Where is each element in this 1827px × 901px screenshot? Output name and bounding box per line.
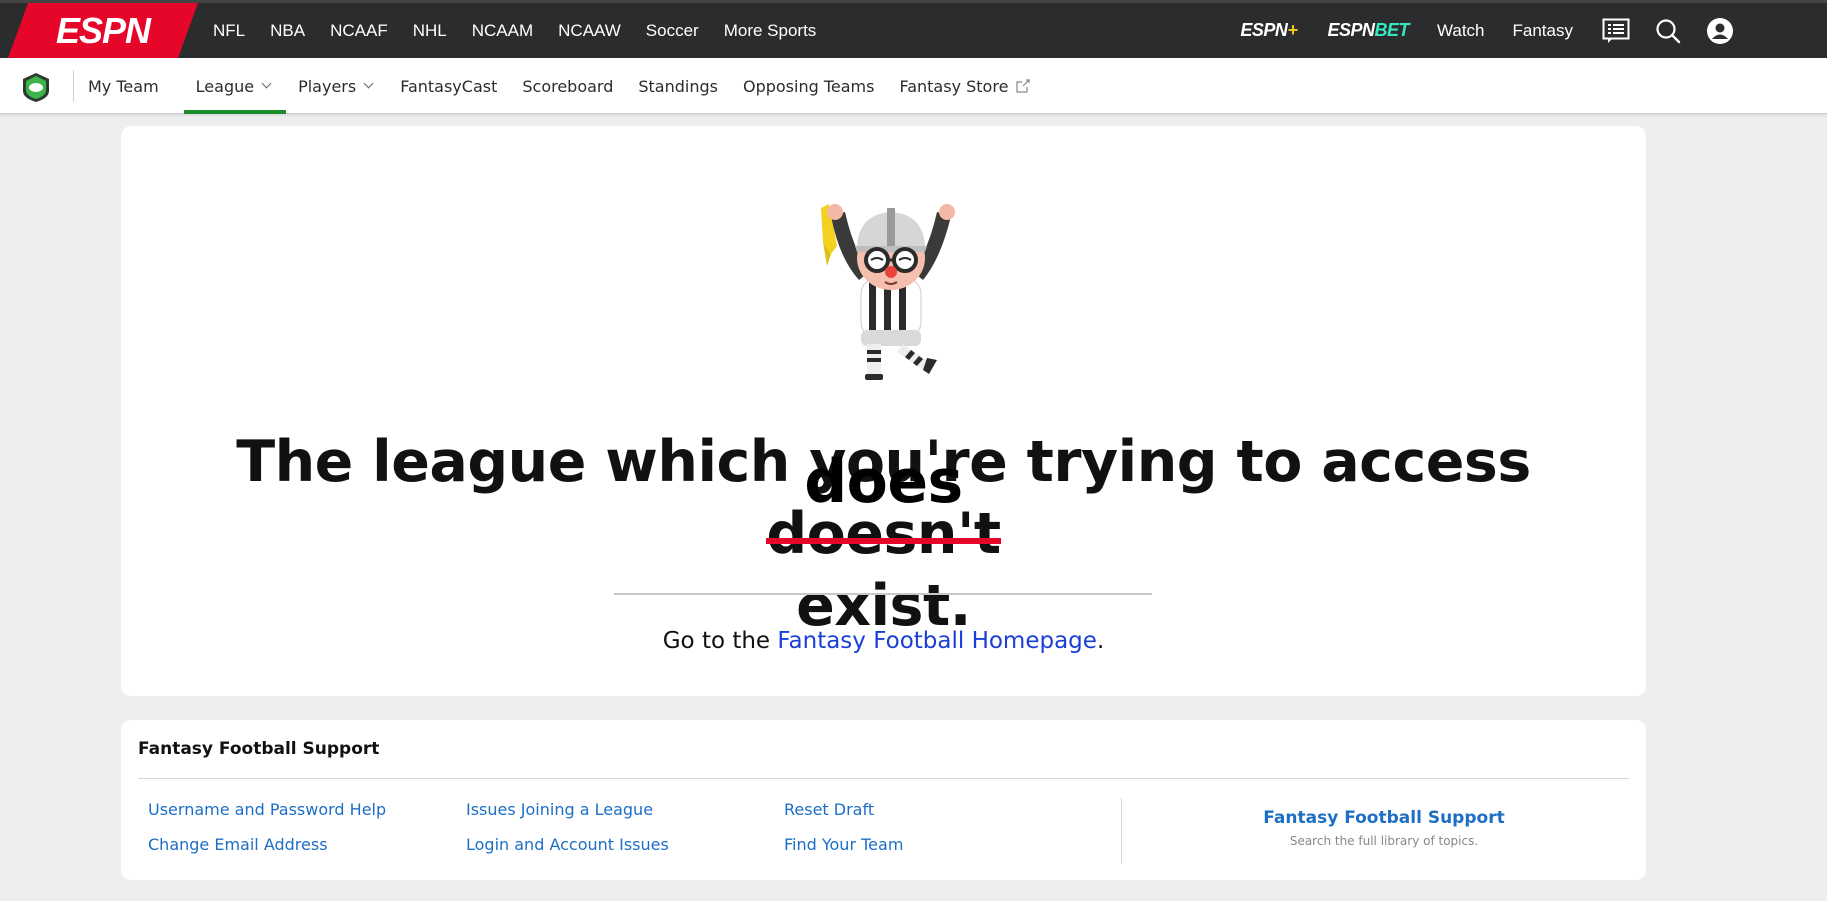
goto-prefix: Go to the [662, 628, 771, 654]
headline-struck-word: doesn't [766, 501, 1001, 567]
nav-nba[interactable]: NBA [270, 21, 305, 41]
tab-scoreboard-label: Scoreboard [522, 76, 614, 96]
espn-plus-suffix: + [1287, 20, 1298, 40]
tab-my-team[interactable]: My Team [88, 58, 159, 114]
tab-standings-label: Standings [638, 76, 718, 96]
goto-suffix: . [1096, 628, 1105, 654]
espn-logo[interactable]: ESPN [8, 3, 198, 58]
espn-bet-brand: ESPN [1327, 20, 1375, 40]
nav-ncaaw[interactable]: NCAAW [558, 21, 621, 41]
external-link-icon [1016, 79, 1031, 93]
fantasy-sub-nav: My Team League Players FantasyCast Score… [0, 58, 1827, 114]
tab-scoreboard[interactable]: Scoreboard [522, 58, 613, 114]
nav-nfl[interactable]: NFL [213, 21, 245, 41]
fantasy-homepage-link[interactable]: Fantasy Football Homepage [777, 628, 1097, 654]
issues-joining-league-link[interactable]: Issues Joining a League [466, 800, 669, 819]
support-card: Fantasy Football Support Username and Pa… [121, 720, 1646, 880]
tab-fantasy-store-label: Fantasy Store [899, 76, 1009, 96]
support-divider [138, 778, 1629, 779]
tab-fantasycast[interactable]: FantasyCast [400, 58, 497, 114]
tab-league[interactable]: League [183, 58, 287, 114]
nav-watch[interactable]: Watch [1437, 21, 1485, 41]
espn-bet-link[interactable]: ESPNBET [1327, 20, 1409, 41]
support-library-subtitle: Search the full library of topics. [1289, 834, 1479, 848]
sub-nav-divider [73, 70, 74, 102]
tab-players-label: Players [298, 76, 357, 96]
tab-opposing-teams-label: Opposing Teams [742, 76, 875, 96]
tab-players[interactable]: Players [298, 58, 374, 114]
support-column-1: Username and Password Help Change Email … [148, 800, 386, 870]
top-nav-bar: ESPN NFL NBA NCAAF NHL NCAAM NCAAW Socce… [0, 0, 1827, 58]
support-column-2: Issues Joining a League Login and Accoun… [466, 800, 669, 870]
nav-ncaam[interactable]: NCAAM [472, 21, 533, 41]
headline-correction-group: does doesn't [766, 447, 1001, 570]
account-icon[interactable] [1705, 16, 1735, 46]
goto-homepage-text: Go to the Fantasy Football Homepage. [121, 628, 1646, 654]
nav-ncaaf[interactable]: NCAAF [330, 21, 388, 41]
fantasy-football-shield-icon[interactable] [20, 71, 52, 103]
support-column-3: Reset Draft Find Your Team [784, 800, 903, 870]
reset-draft-link[interactable]: Reset Draft [784, 800, 903, 819]
tab-my-team-label: My Team [88, 76, 159, 96]
sub-nav-links: My Team League Players FantasyCast Score… [88, 58, 1055, 114]
tab-league-label: League [195, 76, 255, 96]
espn-bet-suffix: BET [1374, 20, 1409, 40]
tab-fantasy-store[interactable]: Fantasy Store [899, 58, 1031, 114]
sport-links: NFL NBA NCAAF NHL NCAAM NCAAW Soccer Mor… [213, 3, 841, 58]
nav-soccer[interactable]: Soccer [646, 21, 699, 41]
tab-fantasycast-label: FantasyCast [400, 76, 498, 96]
support-library: Fantasy Football Support Search the full… [1122, 808, 1646, 848]
referee-illustration [811, 198, 971, 388]
nav-fantasy[interactable]: Fantasy [1513, 21, 1573, 41]
tab-opposing-teams[interactable]: Opposing Teams [743, 58, 874, 114]
scores-icon[interactable] [1601, 16, 1631, 46]
espn-plus-brand: ESPN [1240, 20, 1288, 40]
change-email-link[interactable]: Change Email Address [148, 835, 386, 854]
top-right-actions: ESPN+ ESPNBET Watch Fantasy [1240, 3, 1827, 58]
search-icon[interactable] [1653, 16, 1683, 46]
chevron-down-icon [363, 78, 374, 89]
error-divider [614, 593, 1152, 595]
support-title: Fantasy Football Support [138, 739, 380, 759]
espn-logo-text: ESPN [56, 10, 152, 51]
find-your-team-link[interactable]: Find Your Team [784, 835, 903, 854]
espn-plus-link[interactable]: ESPN+ [1240, 20, 1298, 41]
username-password-help-link[interactable]: Username and Password Help [148, 800, 386, 819]
error-card: The league which you're trying to access… [121, 126, 1646, 696]
login-account-issues-link[interactable]: Login and Account Issues [466, 835, 669, 854]
support-library-link[interactable]: Fantasy Football Support [1122, 808, 1646, 828]
tab-standings[interactable]: Standings [638, 58, 718, 114]
chevron-down-icon [261, 78, 272, 89]
nav-more-sports[interactable]: More Sports [724, 21, 817, 41]
nav-nhl[interactable]: NHL [413, 21, 447, 41]
error-headline: The league which you're trying to access… [121, 426, 1646, 642]
